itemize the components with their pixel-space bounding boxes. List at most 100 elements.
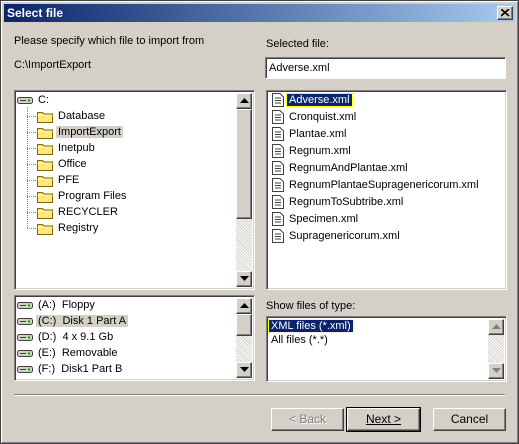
scroll-up-button[interactable]	[236, 93, 252, 109]
tree-item-label: Registry	[58, 222, 99, 234]
selected-file-input[interactable]	[265, 57, 506, 79]
tree-item[interactable]: Program Files	[37, 188, 128, 204]
drive-item[interactable]: (A:) Floppy	[17, 297, 97, 313]
file-item[interactable]: Supragenericorum.xml	[272, 228, 402, 244]
file-item[interactable]: Plantae.xml	[272, 126, 348, 142]
next-button-label: Next >	[365, 412, 401, 426]
file-item-label: Cronquist.xml	[289, 111, 357, 123]
tree-root[interactable]: C:	[17, 92, 51, 108]
window-title: Select file	[7, 6, 64, 20]
document-icon	[272, 110, 284, 125]
document-icon	[272, 144, 284, 159]
scroll-thumb[interactable]	[236, 314, 252, 336]
drive-icon	[17, 302, 33, 310]
drive-item[interactable]: (F:) Disk1 Part B	[17, 361, 124, 377]
cancel-button-label: Cancel	[450, 412, 489, 426]
folder-icon	[37, 191, 53, 203]
document-icon	[272, 127, 284, 142]
file-item[interactable]: Adverse.xml	[272, 92, 353, 108]
title-bar: Select file	[4, 4, 515, 22]
tree-item-label: Program Files	[58, 190, 127, 202]
file-item[interactable]: Specimen.xml	[272, 211, 360, 227]
selected-file-label: Selected file:	[266, 38, 329, 50]
tree-connector	[27, 116, 36, 117]
drive-item[interactable]: (C:) Disk 1 Part A	[17, 313, 129, 329]
tree-item[interactable]: Inetpub	[37, 140, 97, 156]
folder-icon	[37, 159, 53, 171]
folder-icon	[37, 143, 53, 155]
drive-icon	[17, 334, 33, 342]
close-icon	[501, 9, 510, 17]
current-path: C:\ImportExport	[14, 59, 92, 71]
file-item[interactable]: Cronquist.xml	[272, 109, 358, 125]
tree-item[interactable]: PFE	[37, 172, 81, 188]
file-type-list[interactable]: XML files (*.xml) All files (*.*)	[266, 316, 507, 382]
drive-name: Disk1 Part B	[61, 363, 123, 375]
document-icon	[272, 93, 284, 108]
tree-item[interactable]: Registry	[37, 220, 100, 236]
close-button[interactable]	[497, 6, 513, 20]
separator	[14, 394, 505, 396]
prompt-text: Please specify which file to import from	[14, 35, 205, 47]
scroll-thumb[interactable]	[236, 109, 252, 219]
scroll-down-button[interactable]	[236, 362, 252, 378]
drive-letter: (E:)	[38, 347, 56, 359]
drive-list[interactable]: (A:) Floppy (C:) Disk 1 Part A (D:) 4 x 9.…	[14, 295, 255, 381]
document-icon	[272, 229, 284, 244]
file-item[interactable]: Regnum.xml	[272, 143, 353, 159]
arrow-down-icon	[240, 367, 249, 372]
tree-root-label: C:	[38, 94, 49, 106]
next-button[interactable]: Next >	[346, 407, 421, 432]
arrow-down-icon	[492, 368, 501, 373]
folder-icon	[37, 207, 53, 219]
file-item-label: RegnumAndPlantae.xml	[289, 162, 408, 174]
scroll-up-button[interactable]	[236, 298, 252, 314]
document-icon	[272, 161, 284, 176]
drive-icon	[17, 97, 33, 105]
back-button-label: < Back	[288, 412, 327, 426]
file-type-label: Show files of type:	[266, 300, 356, 312]
document-icon	[272, 195, 284, 210]
file-item[interactable]: RegnumToSubtribe.xml	[272, 194, 405, 210]
tree-item-label: Database	[58, 110, 106, 122]
file-type-option[interactable]: XML files (*.xml)	[268, 319, 354, 333]
tree-item[interactable]: ImportExport	[37, 124, 123, 140]
file-item[interactable]: RegnumPlantaeSupragenericorum.xml	[272, 177, 481, 193]
folder-tree[interactable]: C: Database ImportExport Inetpub Office PFE P…	[14, 90, 255, 290]
file-type-option-label: All files (*.*)	[271, 334, 328, 346]
tree-item[interactable]: Database	[37, 108, 107, 124]
back-button[interactable]: < Back	[271, 408, 344, 431]
tree-item[interactable]: Office	[37, 156, 89, 172]
tree-connector	[27, 107, 28, 228]
drive-name: Disk 1 Part A	[62, 315, 127, 327]
tree-item-label: PFE	[58, 174, 80, 186]
tree-connector	[27, 148, 36, 149]
drive-letter: (A:)	[38, 299, 56, 311]
file-item[interactable]: RegnumAndPlantae.xml	[272, 160, 410, 176]
drive-letter: (D:)	[38, 331, 57, 343]
folder-icon	[37, 111, 53, 123]
scroll-down-button[interactable]	[488, 363, 504, 379]
drive-item[interactable]: (D:) 4 x 9.1 Gb	[17, 329, 115, 345]
scroll-down-button[interactable]	[236, 271, 252, 287]
document-icon	[272, 212, 284, 227]
tree-connector	[27, 228, 36, 229]
tree-connector	[27, 132, 36, 133]
tree-item-label: Office	[58, 158, 87, 170]
document-icon	[272, 178, 284, 193]
file-type-option[interactable]: All files (*.*)	[269, 333, 330, 347]
file-type-scrollbar[interactable]	[488, 319, 504, 379]
drive-icon	[17, 350, 33, 358]
arrow-up-icon	[492, 324, 501, 329]
file-item-label: RegnumPlantaeSupragenericorum.xml	[289, 179, 479, 191]
scroll-up-button[interactable]	[488, 319, 504, 335]
cancel-button[interactable]: Cancel	[433, 408, 506, 431]
drive-letter: (F:)	[38, 363, 56, 375]
file-list[interactable]: Adverse.xml Cronquist.xml Plantae.xml Regnu…	[266, 90, 507, 290]
tree-item[interactable]: RECYCLER	[37, 204, 120, 220]
arrow-down-icon	[240, 276, 249, 281]
folder-tree-scrollbar[interactable]	[236, 93, 252, 287]
file-item-label: RegnumToSubtribe.xml	[289, 196, 404, 208]
drive-item[interactable]: (E:) Removable	[17, 345, 120, 361]
drive-list-scrollbar[interactable]	[236, 298, 252, 378]
